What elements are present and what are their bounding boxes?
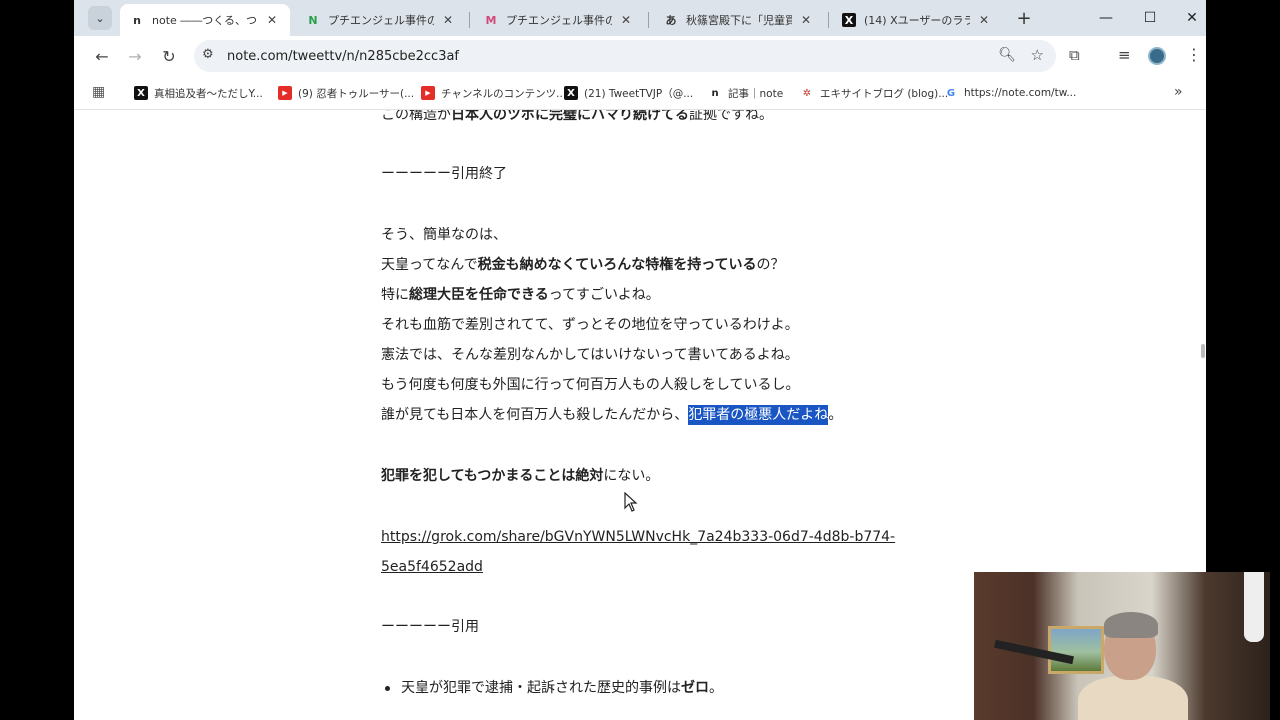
webcam-person-hair <box>1104 612 1158 638</box>
bookmark-label: (9) 忍者トゥルーサー(... <box>298 87 415 100</box>
a-favicon-icon: あ <box>665 14 677 27</box>
apps-grid-icon[interactable]: ▦ <box>92 84 105 100</box>
x-favicon-icon: X <box>842 13 856 27</box>
mouse-cursor-icon <box>624 492 638 512</box>
webcam-painting <box>1048 626 1104 674</box>
bookmark-label: (21) TweetTVJP（@... <box>584 87 694 100</box>
bookmark-label: エキサイトブログ (blog)... <box>820 87 949 100</box>
m-favicon-icon: M <box>485 13 497 27</box>
scrollbar-thumb[interactable] <box>1201 344 1205 358</box>
paragraph: 特に総理大臣を任命できるってすごいよね。 <box>381 287 660 303</box>
media-controls-icon[interactable]: ≡ <box>1118 46 1131 64</box>
grok-share-link[interactable]: https://grok.com/share/bGVnYWN5LWNvcHk_7… <box>381 526 895 548</box>
bookmark-star-icon[interactable]: ☆ <box>1031 46 1044 64</box>
excite-icon: ✲ <box>802 87 812 99</box>
paragraph: 犯罪を犯してもつかまることは絶対にない。 <box>381 468 660 484</box>
webcam-lamp <box>1244 572 1264 642</box>
close-icon[interactable]: ✕ <box>618 13 634 27</box>
note-icon: n <box>711 87 719 99</box>
webcam-overlay <box>974 572 1270 720</box>
close-window-button[interactable]: ✕ <box>1174 6 1206 30</box>
tab-separator <box>648 12 649 28</box>
reload-icon[interactable]: ↻ <box>157 44 181 68</box>
paragraph: この構造が日本人のツボに完璧にハマり続けてる証拠ですね。 <box>381 110 773 123</box>
google-icon: G <box>946 87 956 99</box>
close-icon[interactable]: ✕ <box>798 13 814 27</box>
toolbar: ← → ↻ ⚙ note.com/tweettv/n/n285cbe2cc3af… <box>74 36 1206 76</box>
tab-separator <box>828 12 829 28</box>
tab-title: プチエンジェル事件の真相 <box>506 14 612 27</box>
bookmarks-bar: ▦ X 真相追及者〜ただしY... ▶ (9) 忍者トゥルーサー(... ▶ チ… <box>74 76 1206 110</box>
address-bar[interactable]: ⚙ note.com/tweettv/n/n285cbe2cc3af 🔍︎ ☆ <box>194 40 1056 72</box>
bookmark-label: 真相追及者〜ただしY... <box>154 87 263 100</box>
paragraph: もう何度も何度も外国に行って何百万人もの人殺しをしているし。 <box>381 377 800 393</box>
close-icon[interactable]: ✕ <box>976 13 992 27</box>
close-icon[interactable]: ✕ <box>440 13 456 27</box>
quote-start-marker: ーーーーー引用 <box>381 619 479 635</box>
tab-petit-angel-1[interactable]: N プチエンジェル事件の真相 ✕ <box>296 4 466 36</box>
bookmark-item[interactable]: ✲ エキサイトブログ (blog)... <box>800 85 948 101</box>
extensions-icon[interactable]: ⧉ <box>1069 46 1080 64</box>
selected-text[interactable]: 犯罪者の極悪人だよね <box>688 405 829 425</box>
back-arrow-icon[interactable]: ← <box>90 44 114 68</box>
close-icon[interactable]: ✕ <box>264 13 280 27</box>
bookmark-item[interactable]: X 真相追及者〜ただしY... <box>134 85 263 101</box>
tab-separator <box>469 12 470 28</box>
tab-x-user[interactable]: X (14) Xユーザーのララさん ✕ <box>832 4 1002 36</box>
tab-title: note ――つくる、つながる、とどける。 <box>152 14 258 27</box>
x-icon: X <box>564 86 578 100</box>
youtube-icon: ▶ <box>278 86 292 100</box>
bookmark-label: チャンネルのコンテンツ... <box>441 87 567 100</box>
screen: ⌄ n note ――つくる、つながる、とどける。 ✕ N プチエンジェル事件の… <box>0 0 1280 720</box>
paragraph: 誰が見ても日本人を何百万人も殺したんだから、犯罪者の極悪人だよね。 <box>381 405 843 425</box>
tab-title: (14) Xユーザーのララさん <box>864 14 970 27</box>
paragraph: 憲法では、そんな差別なんかしてはいけないって書いてあるよね。 <box>381 347 799 363</box>
maximize-button[interactable]: ☐ <box>1132 6 1168 30</box>
bookmark-item[interactable]: n 記事｜note <box>708 85 783 101</box>
tab-strip: ⌄ n note ――つくる、つながる、とどける。 ✕ N プチエンジェル事件の… <box>74 0 1206 36</box>
n-favicon-icon: N <box>308 13 318 27</box>
paragraph: それも血筋で差別されてて、ずっとその地位を守っているわけよ。 <box>381 317 799 333</box>
bullet-dot <box>385 686 390 691</box>
note-favicon-icon: n <box>133 13 141 27</box>
url-text[interactable]: note.com/tweettv/n/n285cbe2cc3af <box>227 49 459 64</box>
bookmark-label: 記事｜note <box>728 87 784 100</box>
profile-avatar[interactable] <box>1148 47 1166 65</box>
tab-petit-angel-2[interactable]: M プチエンジェル事件の真相 ✕ <box>474 4 644 36</box>
bookmark-label: https://note.com/tw... <box>964 87 1077 99</box>
grok-share-link-cont[interactable]: 5ea5f4652add <box>381 556 483 578</box>
quote-end-marker: ーーーーー引用終了 <box>381 166 507 182</box>
paragraph: そう、簡単なのは、 <box>381 227 507 243</box>
tab-akishino[interactable]: あ 秋篠宮殿下に「児童買春 ✕ <box>654 4 824 36</box>
bookmark-item[interactable]: ▶ チャンネルのコンテンツ... <box>421 85 566 101</box>
forward-arrow-icon[interactable]: → <box>123 44 147 68</box>
tab-title: 秋篠宮殿下に「児童買春 <box>686 14 792 27</box>
paragraph: 天皇ってなんで税金も納めなくていろんな特権を持っているの？ <box>381 257 785 273</box>
chevron-down-icon: ⌄ <box>95 11 105 25</box>
bookmark-item[interactable]: ▶ (9) 忍者トゥルーサー(... <box>278 85 414 101</box>
tab-title: プチエンジェル事件の真相 <box>328 14 434 27</box>
minimize-button[interactable]: — <box>1088 6 1124 30</box>
tab-note[interactable]: n note ――つくる、つながる、とどける。 ✕ <box>120 4 290 36</box>
menu-dots-icon[interactable]: ⋮ <box>1186 45 1202 64</box>
youtube-icon: ▶ <box>421 86 435 100</box>
webcam-person-body <box>1078 676 1188 720</box>
list-item: 天皇が犯罪で逮捕・起訴された歴史的事例はゼロ。 <box>401 680 723 696</box>
bookmark-item[interactable]: G https://note.com/tw... <box>944 85 1076 101</box>
double-chevron-right-icon[interactable]: » <box>1174 84 1183 100</box>
bookmark-item[interactable]: X (21) TweetTVJP（@... <box>564 85 693 101</box>
zoom-icon[interactable]: 🔍︎ <box>998 47 1016 63</box>
new-tab-plus-icon[interactable]: + <box>1014 8 1034 29</box>
x-icon: X <box>134 86 148 100</box>
site-settings-icon[interactable]: ⚙ <box>202 47 214 62</box>
tab-search-button[interactable]: ⌄ <box>88 6 112 30</box>
